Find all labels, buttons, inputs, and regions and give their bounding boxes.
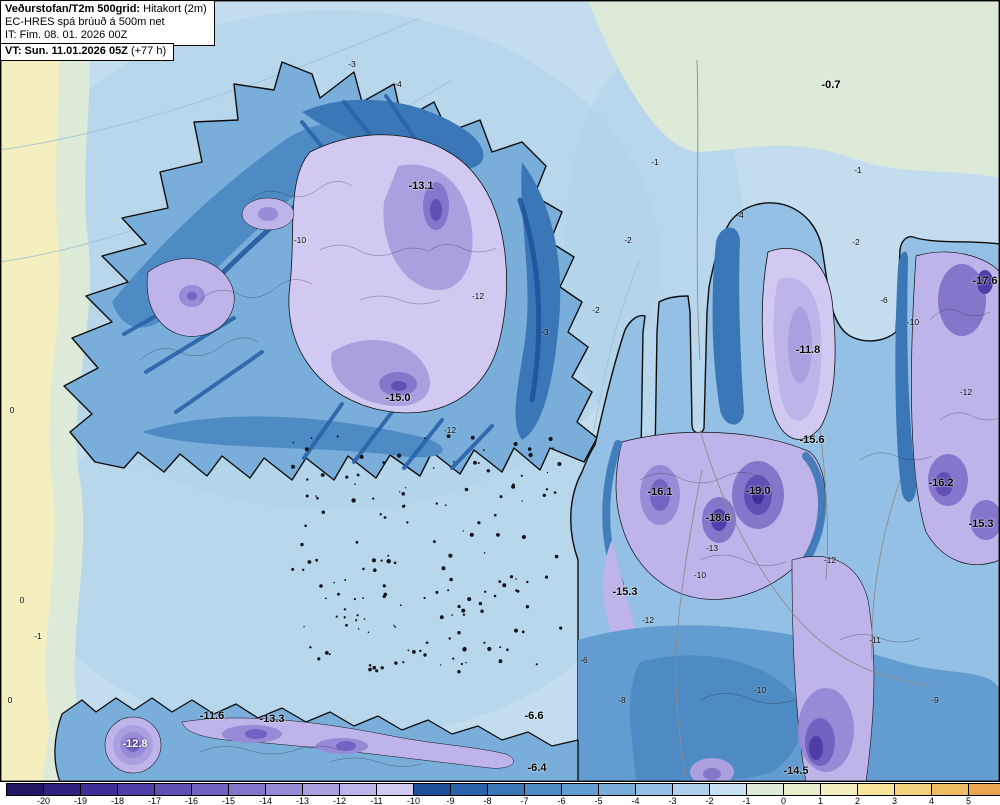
colorbar-tick-label: 0 [780,796,787,805]
colorbar-cell [6,783,44,796]
colorbar-cell [191,783,229,796]
map-title-suffix: Hitakort (2m) [140,3,207,15]
colorbar-cell [561,783,599,796]
colorbar-cell [487,783,525,796]
colorbar-cell [968,783,1000,796]
colorbar-cell [413,783,451,796]
colorbar-cell [709,783,747,796]
colorbar-tick-label: -14 [258,796,273,805]
colorbar-tick-label: -19 [73,796,88,805]
map-canvas [0,0,1000,782]
valid-time-offset: (+77 h) [127,45,167,57]
colorbar-tick-label: -17 [147,796,162,805]
colorbar-tick-label: -3 [668,796,677,805]
colorbar-cell [931,783,969,796]
colorbar-cell [450,783,488,796]
colorbar-cell [302,783,340,796]
colorbar-tick-label: -11 [370,796,383,805]
colorbar-tick-label: -6 [557,796,566,805]
colorbar-tick-label: -10 [406,796,421,805]
colorbar-tick-label: -13 [295,796,310,805]
colorbar-cell [117,783,155,796]
temperature-map: -0.7 -13.1 -17.6 -11.8 -15.0 -15.6 -16.1 -19.0-… [0,0,1000,782]
colorbar-tick-label: -1 [742,796,751,805]
weather-map-page: -0.7 -13.1 -17.6 -11.8 -15.0 -15.6 -16.1 -19.0-… [0,0,1000,805]
colorbar-tick-label: -7 [520,796,529,805]
colorbar-tick-label: -5 [594,796,603,805]
colorbar-tick-label: -18 [110,796,125,805]
colorbar-cell [339,783,377,796]
colorbar-cell [820,783,858,796]
colorbar-cell [857,783,895,796]
colorbar-cell [746,783,784,796]
map-title: Veðurstofan/T2m 500grid: [5,3,141,15]
colorbar-tick-label: -12 [332,796,347,805]
colorbar-tick-label: 1 [817,796,824,805]
colorbar: -20 -19 -18 -17 -16 -15 -14 -13 -12 -11 -10 -9 -8 -7-… [0,782,1000,805]
init-time: IT: Fim. 08. 01. 2026 00Z [5,29,128,41]
valid-time-box: VT: Sun. 11.01.2026 05Z (+77 h) [0,43,175,61]
map-info-box: Veðurstofan/T2m 500grid: Hitakort (2m) E… [0,0,215,46]
colorbar-cell [154,783,192,796]
colorbar-cell [598,783,636,796]
colorbar-cell [43,783,81,796]
colorbar-cell [894,783,932,796]
colorbar-tick-label: -15 [221,796,236,805]
colorbar-tick-label: 4 [928,796,935,805]
colorbar-tick-label: 3 [891,796,898,805]
colorbar-tick-label: 2 [854,796,861,805]
colorbar-tick-label: -8 [483,796,492,805]
colorbar-cell [376,783,414,796]
colorbar-cell [228,783,266,796]
colorbar-cell [265,783,303,796]
colorbar-cell [80,783,118,796]
colorbar-cell [672,783,710,796]
colorbar-cell [524,783,562,796]
colorbar-tick-label: -2 [705,796,714,805]
colorbar-tick-label: -16 [184,796,199,805]
colorbar-tick-label: 5 [965,796,972,805]
colorbar-cell [635,783,673,796]
map-title-line: Veðurstofan/T2m 500grid: Hitakort (2m) [5,3,207,16]
map-subtitle: EC-HRES spá brúuð á 500m net [5,16,165,28]
colorbar-tick-label: -20 [36,796,51,805]
colorbar-cell [783,783,821,796]
colorbar-tick-label: -4 [631,796,640,805]
valid-time: VT: Sun. 11.01.2026 05Z [5,45,128,57]
colorbar-tick-label: -9 [446,796,455,805]
